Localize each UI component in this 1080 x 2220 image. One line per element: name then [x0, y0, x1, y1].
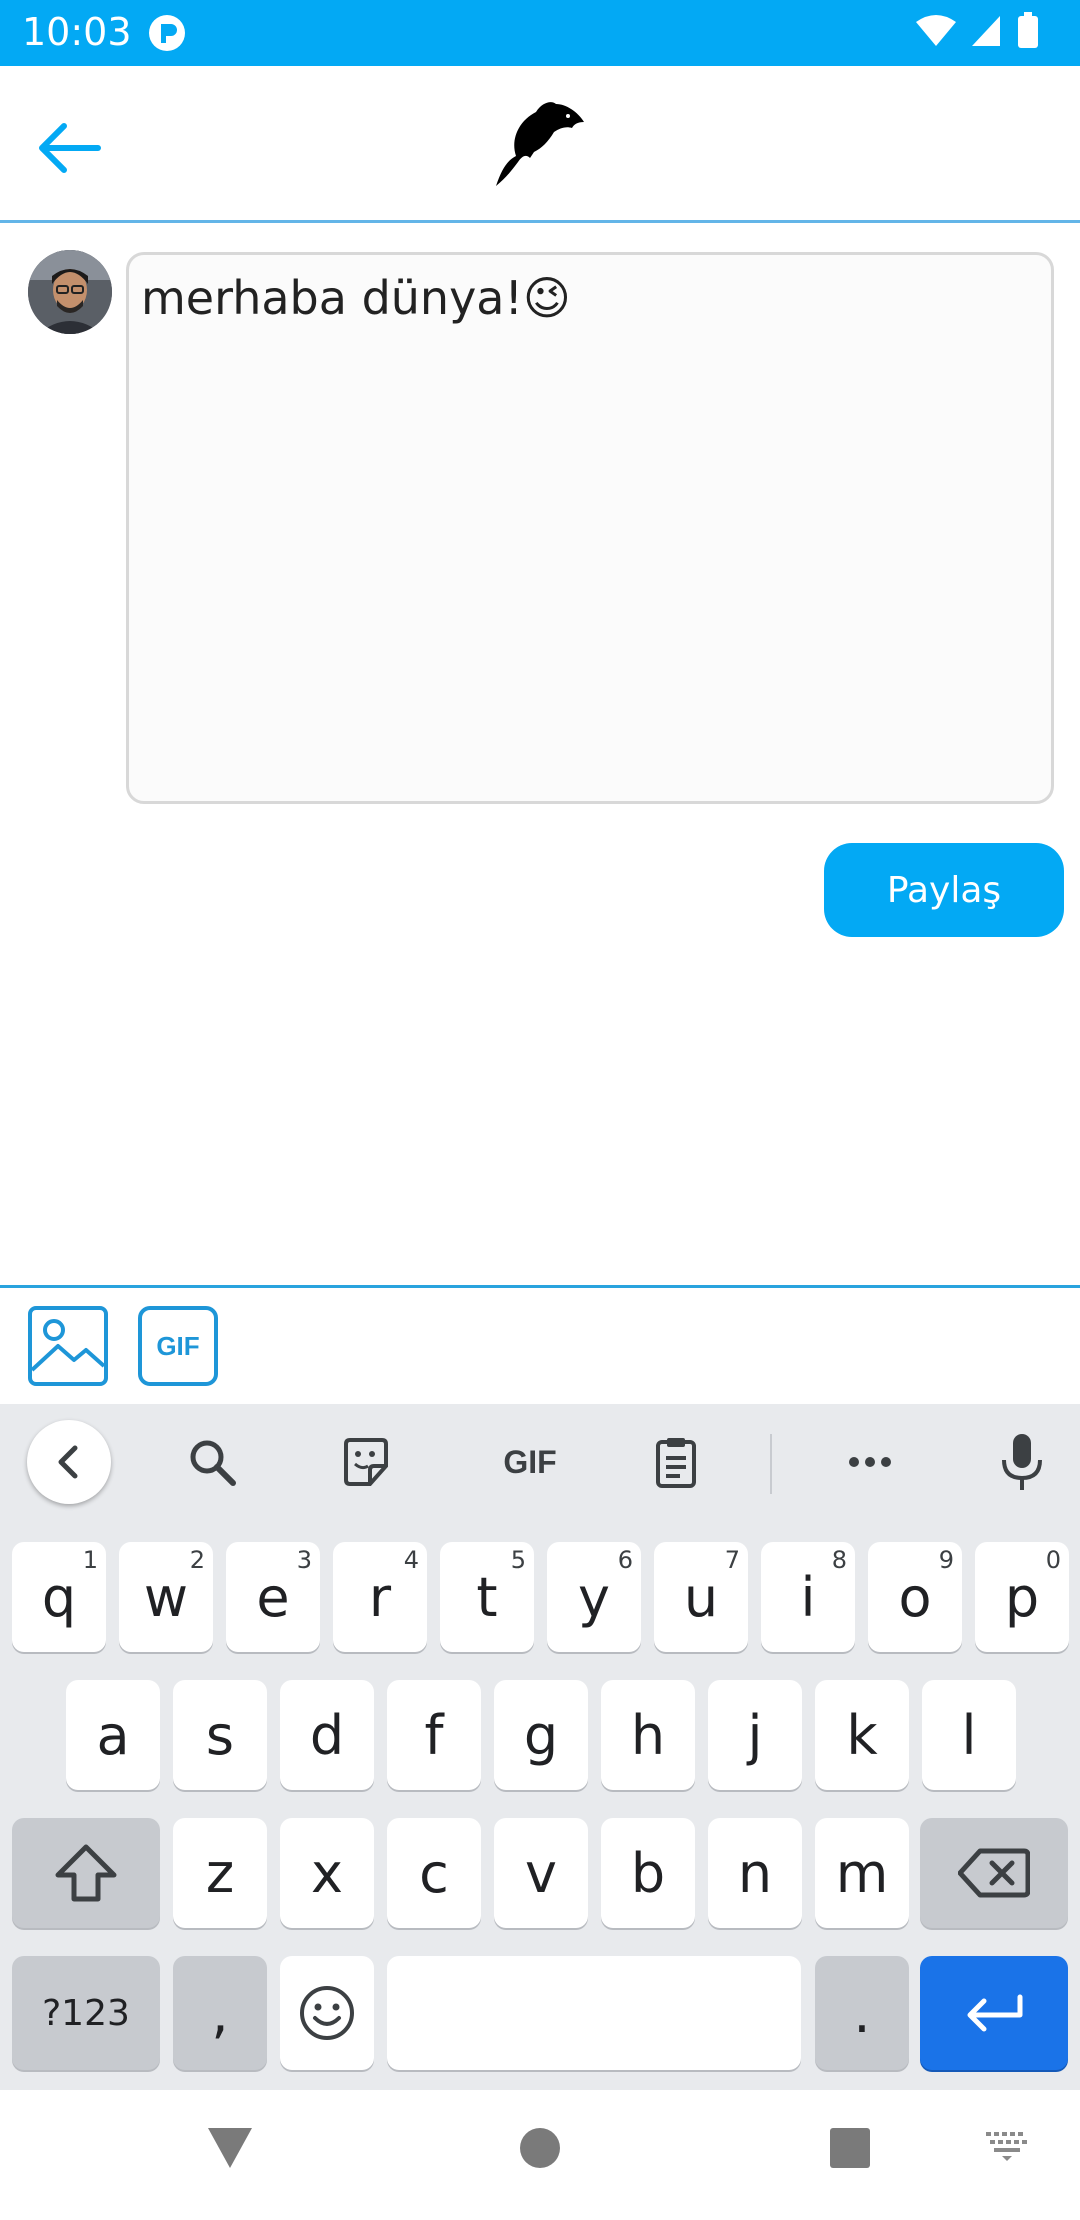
- key-p[interactable]: p0: [975, 1542, 1069, 1652]
- more-horizontal-icon: [849, 1457, 891, 1467]
- keyboard-switch-icon[interactable]: [984, 2130, 1030, 2162]
- enter-arrow-icon: [967, 1994, 1023, 2032]
- toolbar-divider: [770, 1434, 772, 1494]
- key-t[interactable]: t5: [440, 1542, 534, 1652]
- chevron-left-icon: [58, 1445, 78, 1479]
- key-w[interactable]: w2: [119, 1542, 213, 1652]
- key-c[interactable]: c: [387, 1818, 481, 1928]
- space-key[interactable]: [387, 1956, 801, 2070]
- back-arrow-icon[interactable]: [30, 110, 106, 186]
- shift-icon: [55, 1844, 117, 1902]
- keyboard-more-button[interactable]: [838, 1430, 902, 1494]
- nav-back-icon[interactable]: [206, 2126, 254, 2170]
- collapse-toolbar-button[interactable]: [27, 1420, 111, 1504]
- app-notification-icon: [149, 15, 185, 51]
- key-k[interactable]: k: [815, 1680, 909, 1790]
- key-j[interactable]: j: [708, 1680, 802, 1790]
- post-text-value: merhaba dünya!😉: [141, 271, 571, 325]
- key-q[interactable]: q1: [12, 1542, 106, 1652]
- nav-recents-icon[interactable]: [828, 2126, 872, 2170]
- key-a[interactable]: a: [66, 1680, 160, 1790]
- share-button[interactable]: Paylaş: [824, 843, 1064, 937]
- status-time: 10:03: [22, 10, 132, 54]
- key-n[interactable]: n: [708, 1818, 802, 1928]
- avatar-photo: [28, 250, 112, 334]
- sticker-icon: [344, 1438, 388, 1486]
- nav-home-icon[interactable]: [518, 2126, 562, 2170]
- dolphin-logo-icon: [496, 102, 584, 186]
- keyboard-clipboard-button[interactable]: [644, 1430, 708, 1494]
- search-icon: [190, 1440, 236, 1486]
- comma-key[interactable]: ,: [173, 1956, 267, 2070]
- post-text-area[interactable]: merhaba dünya!😉: [126, 252, 1054, 804]
- shift-key[interactable]: [12, 1818, 160, 1928]
- key-m[interactable]: m: [815, 1818, 909, 1928]
- keyboard-voice-button[interactable]: [990, 1430, 1054, 1494]
- backspace-key[interactable]: [920, 1818, 1068, 1928]
- key-h[interactable]: h: [601, 1680, 695, 1790]
- key-y[interactable]: y6: [547, 1542, 641, 1652]
- user-avatar[interactable]: [28, 250, 112, 334]
- key-e[interactable]: e3: [226, 1542, 320, 1652]
- keyboard-gif-label: GIF: [503, 1443, 557, 1480]
- keyboard-search-button[interactable]: [180, 1430, 244, 1494]
- key-v[interactable]: v: [494, 1818, 588, 1928]
- status-bar: 10:03: [0, 0, 1080, 66]
- keyboard-gif-button[interactable]: GIF: [480, 1430, 580, 1494]
- image-picker-icon[interactable]: [28, 1306, 108, 1386]
- media-toolbar: GIF: [0, 1285, 1080, 1407]
- key-x[interactable]: x: [280, 1818, 374, 1928]
- symbols-key[interactable]: ?123: [12, 1956, 160, 2070]
- on-screen-keyboard: GIF q1 w2 e3 r4 t5 y6 u7 i8 o9 p 0 a s d…: [0, 1404, 1080, 2090]
- key-i[interactable]: i8: [761, 1542, 855, 1652]
- gif-picker-label: GIF: [156, 1331, 199, 1361]
- key-r[interactable]: r4: [333, 1542, 427, 1652]
- microphone-icon: [1002, 1434, 1042, 1490]
- app-bar: [0, 66, 1080, 223]
- key-f[interactable]: f: [387, 1680, 481, 1790]
- key-u[interactable]: u7: [654, 1542, 748, 1652]
- key-b[interactable]: b: [601, 1818, 695, 1928]
- period-key[interactable]: .: [815, 1956, 909, 2070]
- backspace-icon: [958, 1848, 1030, 1898]
- clipboard-icon: [656, 1438, 696, 1488]
- system-navigation-bar: [0, 2090, 1080, 2220]
- key-d[interactable]: d: [280, 1680, 374, 1790]
- key-g[interactable]: g: [494, 1680, 588, 1790]
- gif-picker-button[interactable]: GIF: [138, 1306, 218, 1386]
- keyboard-toolbar: GIF: [0, 1404, 1080, 1520]
- emoji-key[interactable]: [280, 1956, 374, 2070]
- emoji-smiley-icon: [300, 1986, 354, 2040]
- key-l[interactable]: l: [922, 1680, 1016, 1790]
- key-z[interactable]: z: [173, 1818, 267, 1928]
- key-o[interactable]: o9: [868, 1542, 962, 1652]
- enter-key[interactable]: [920, 1956, 1068, 2070]
- system-status-icons: [916, 12, 1038, 48]
- key-s[interactable]: s: [173, 1680, 267, 1790]
- keyboard-sticker-button[interactable]: [334, 1430, 398, 1494]
